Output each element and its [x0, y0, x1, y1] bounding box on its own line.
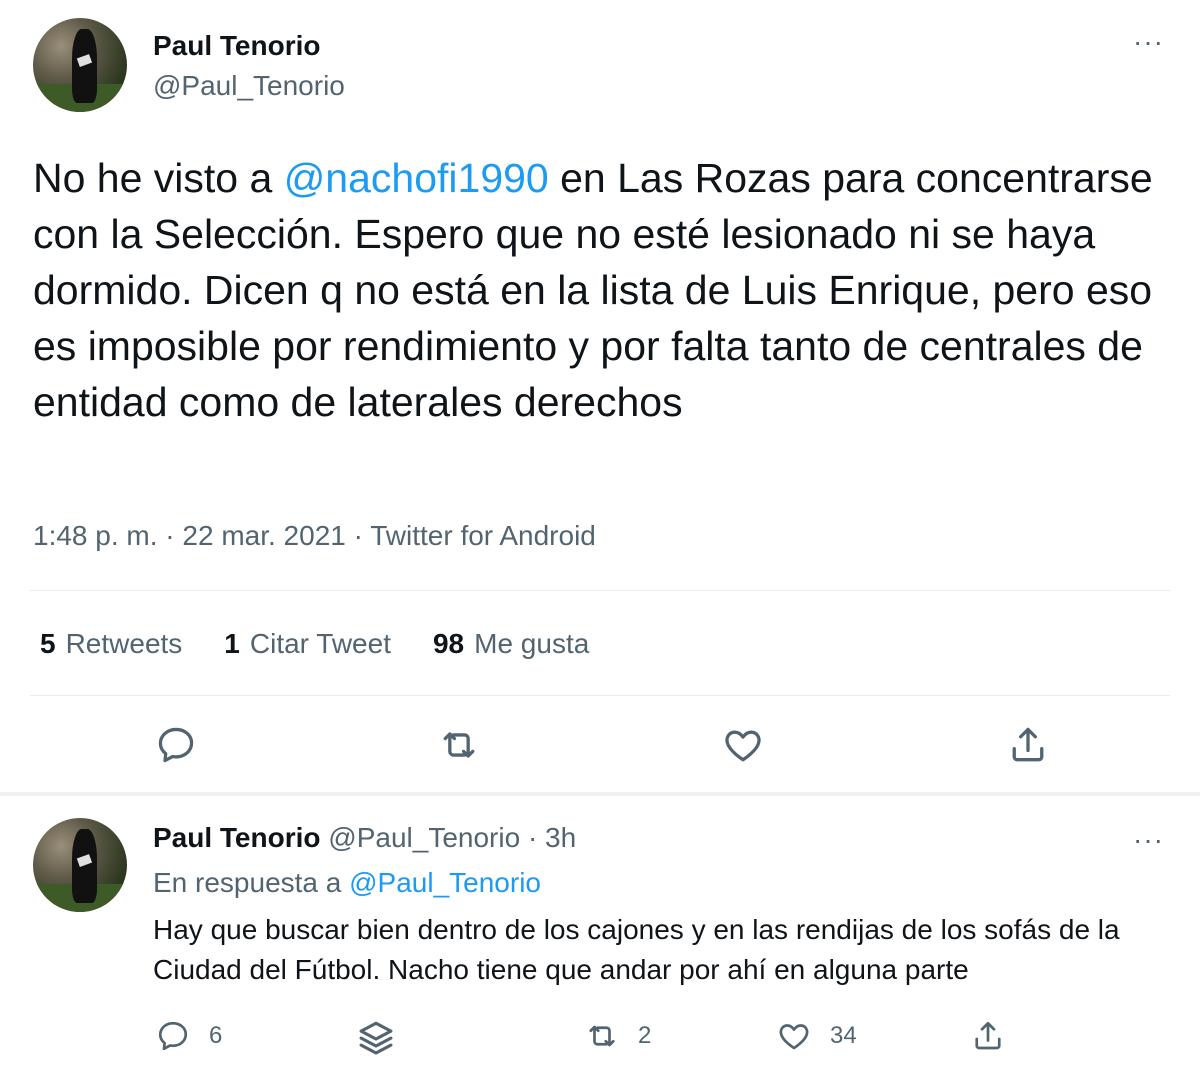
tweet-text: No he visto a @nachofi1990 en Las Rozas …	[33, 150, 1153, 430]
reply-author-handle[interactable]: @Paul_Tenorio	[328, 822, 520, 853]
reply-to-link[interactable]: @Paul_Tenorio	[349, 867, 541, 898]
retweet-count: 2	[638, 1022, 652, 1049]
author-handle[interactable]: @Paul_Tenorio	[153, 70, 345, 102]
reply-retweet-button[interactable]: 2	[584, 1018, 651, 1054]
share-icon	[970, 1018, 1006, 1054]
divider	[30, 695, 1170, 696]
reply-count: 6	[209, 1022, 223, 1049]
tweet-stats: 5 Retweets 1 Citar Tweet 98 Me gusta	[40, 628, 589, 660]
more-options-icon[interactable]: ···	[1133, 826, 1164, 854]
reply-avatar[interactable]	[33, 818, 127, 912]
tweet-text-before: No he visto a	[33, 155, 284, 201]
mention-link[interactable]: @nachofi1990	[284, 155, 549, 201]
like-icon	[776, 1018, 812, 1054]
stack-icon	[355, 1018, 397, 1060]
more-options-icon[interactable]: ···	[1133, 28, 1164, 56]
like-count: 34	[830, 1022, 857, 1049]
reply-time[interactable]: · 3h	[528, 822, 576, 853]
retweet-icon[interactable]	[437, 723, 481, 767]
stat-quotes[interactable]: 1 Citar Tweet	[224, 628, 391, 660]
share-icon[interactable]	[1006, 723, 1050, 767]
reply-header: Paul Tenorio @Paul_Tenorio · 3h	[153, 822, 576, 854]
main-tweet: Paul Tenorio @Paul_Tenorio ··· No he vis…	[0, 0, 1200, 792]
reply-text: Hay que buscar bien dentro de los cajone…	[153, 914, 1120, 985]
reply-like-button[interactable]: 34	[776, 1018, 857, 1054]
reply-icon	[155, 1018, 191, 1054]
retweet-icon	[584, 1018, 620, 1054]
stat-likes[interactable]: 98 Me gusta	[433, 628, 589, 660]
section-separator	[0, 792, 1200, 796]
reply-share-button[interactable]	[970, 1018, 1006, 1054]
reply-icon[interactable]	[154, 723, 198, 767]
reply-reply-button[interactable]: 6	[155, 1018, 222, 1054]
reply-author-name[interactable]: Paul Tenorio	[153, 822, 321, 853]
like-icon[interactable]	[721, 723, 765, 767]
author-name[interactable]: Paul Tenorio	[153, 30, 321, 62]
tweet-meta[interactable]: 1:48 p. m. · 22 mar. 2021 · Twitter for …	[33, 520, 596, 552]
stack-button[interactable]	[355, 1018, 397, 1060]
avatar[interactable]	[33, 18, 127, 112]
stat-retweets[interactable]: 5 Retweets	[40, 628, 182, 660]
reply-context: En respuesta a @Paul_Tenorio	[153, 867, 541, 898]
divider	[30, 590, 1170, 591]
